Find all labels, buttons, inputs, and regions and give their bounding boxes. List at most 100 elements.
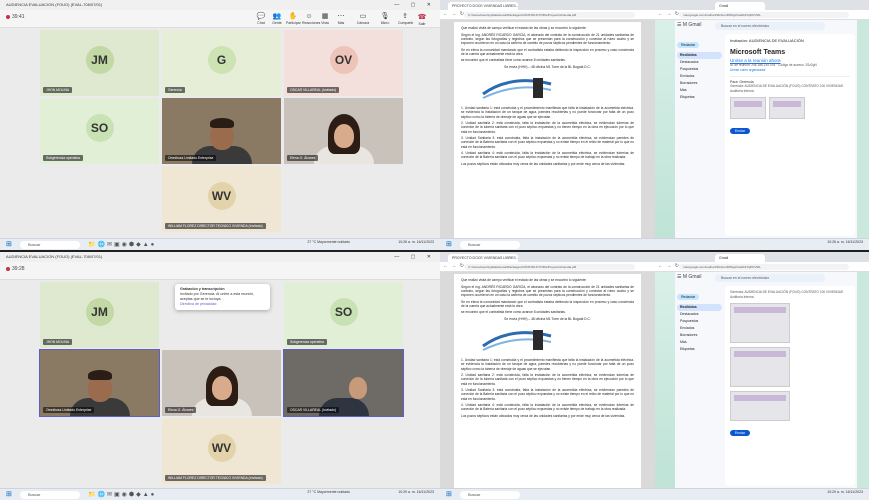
nav-drafts[interactable]: Borradores (677, 80, 722, 87)
leave-button[interactable]: ☎ Salir (414, 13, 430, 26)
nav-arrows-icon[interactable]: ← → ↻ (443, 263, 465, 269)
attachment-thumbnail[interactable] (730, 347, 790, 387)
nav-snoozed[interactable]: Pospuestos (677, 66, 722, 73)
system-clock[interactable]: 10:26 a. m. 16/11/2023 (827, 240, 863, 245)
attachment-thumbnail[interactable] (730, 391, 790, 421)
taskbar-apps[interactable]: 📁🌐✉▣◉⬢◆▲● (88, 491, 156, 499)
send-button[interactable]: Enviar (730, 430, 750, 436)
participant-video-tile[interactable]: Omnibuss Limitado Enterprise (39, 349, 160, 417)
attachment-thumbnail[interactable] (730, 303, 790, 343)
gmail-logo[interactable]: ☰ M Gmail (677, 274, 701, 280)
gmail-logo[interactable]: ☰ M Gmail (677, 22, 701, 28)
window-controls[interactable]: — ▢ ✕ (394, 0, 436, 10)
participant-tile[interactable]: JM JHON MOLINA (40, 282, 159, 348)
system-clock[interactable]: 10:26 a. m. 16/11/2023 (398, 240, 434, 245)
nav-arrows-icon[interactable]: ← → ↻ (658, 11, 680, 17)
avatar: G (207, 45, 236, 74)
chat-button[interactable]: 💬 Chat (254, 12, 268, 25)
view-button[interactable]: ▦ Vista (318, 12, 332, 25)
raise-hand-button[interactable]: ✋ Participar (286, 12, 301, 25)
participant-video-tile[interactable]: OSCAR VILLAREAL (Invitado) (283, 349, 404, 417)
participant-video-tile[interactable]: Elena O. Álvarez (284, 98, 403, 164)
window-controls[interactable]: — ▢ ✕ (394, 252, 436, 262)
url-field[interactable]: mail.google.com/mail/u/1/#inbox/FMfcgzGw… (679, 264, 849, 270)
url-field[interactable]: C:/Users/user/AppData/Local/Packages/CON… (464, 264, 635, 270)
organizer-link[interactable]: Unirse como organizador (730, 68, 850, 73)
mic-button[interactable]: 🎙 Micro (378, 12, 392, 25)
hand-icon: ✋ (288, 13, 298, 20)
participant-name: Omnibuss Limitado Enterprise (165, 155, 217, 161)
browser-tab[interactable]: Gmail (715, 2, 765, 10)
nav-inbox[interactable]: Recibidos (677, 52, 722, 59)
browser-tab[interactable]: PROYECTO DOCE VIVIENDAS LIBRES... (448, 254, 518, 262)
taskbar-search[interactable]: Buscar (460, 241, 520, 249)
windows-start-icon[interactable]: ⊞ (446, 241, 452, 249)
participant-name: Elena O. Álvarez (165, 407, 197, 413)
nav-sent[interactable]: Enviados (677, 73, 722, 80)
compose-button[interactable]: Redactar (677, 42, 700, 48)
attachment-thumbnail[interactable] (730, 97, 766, 119)
browser-tab[interactable]: PROYECTO DOCE VIVIENDAS LIBRES... (448, 2, 518, 10)
participant-tile[interactable]: JM JHON MOLINA (40, 30, 159, 96)
reply-header: Para: Gerencia (730, 76, 850, 84)
privacy-link[interactable]: Directiva de privacidad (180, 302, 265, 307)
teams-title-bar: AUDIENCIA EVALUACION (FOUO) (EVAL-708/07… (0, 252, 440, 262)
nav-labels[interactable]: Etiquetas (677, 94, 722, 101)
reactions-button[interactable]: ☺ Reacciones (302, 12, 320, 25)
doc-paragraph: 1. Unidad sanitaria 1: está construida y… (461, 106, 634, 119)
recording-timer: 39:28 (6, 266, 25, 272)
system-clock[interactable]: 10:29 a. m. 16/11/2023 (398, 490, 434, 495)
windows-start-icon[interactable]: ⊞ (446, 491, 452, 499)
taskbar-apps[interactable]: 📁🌐✉▣◉⬢◆▲● (88, 241, 156, 249)
windows-start-icon[interactable]: ⊞ (6, 491, 12, 499)
mail-search-input[interactable]: Buscar en el correo electrónico (715, 274, 825, 282)
attachment-thumbnail[interactable] (769, 97, 805, 119)
mail-search-input[interactable]: Buscar en el correo electrónico (715, 22, 825, 30)
attachment-text: Gerencia: AUDIENCIA DE EVALUACIÓN (FOUO)… (730, 84, 844, 93)
nav-more[interactable]: Más (677, 339, 722, 346)
doc-paragraph: 2. Unidad sanitaria 2: está construida, … (461, 373, 634, 386)
participant-tile[interactable]: WV WILLIAM FLOREZ DIRECTOR TECNICO VIVIEN… (162, 418, 281, 484)
participant-tile[interactable]: WV WILLIAM FLOREZ DIRECTOR TECNICO VIVIEN… (162, 166, 281, 232)
participant-tile[interactable]: SO Subgerencia operativa (284, 282, 403, 348)
people-button[interactable]: 👥 Gente (270, 12, 284, 25)
nav-snoozed[interactable]: Pospuestos (677, 318, 722, 325)
nav-starred[interactable]: Destacados (677, 59, 722, 66)
nav-more[interactable]: Más (677, 87, 722, 94)
more-icon: ⋯ (337, 13, 345, 20)
taskbar-search[interactable]: Buscar (460, 491, 520, 499)
weather-widget[interactable]: 27 °C Mayormente nublado (307, 490, 350, 495)
browser-tabs: PROYECTO DOCE VIVIENDAS LIBRES... (440, 252, 655, 262)
decorative-theme-right (857, 272, 869, 488)
url-field[interactable]: C:/Users/user/AppData/Local/Packages/CON… (464, 12, 635, 18)
send-button[interactable]: Enviar (730, 128, 750, 134)
compose-button[interactable]: Redactar (677, 294, 700, 300)
participant-video-tile[interactable]: Omnibuss Limitado Enterprise (162, 98, 281, 164)
teams-invite-title: Microsoft Teams (730, 49, 786, 56)
taskbar-search[interactable]: Buscar (20, 241, 80, 249)
url-field[interactable]: mail.google.com/mail/u/1/#inbox/FMfcgzGw… (679, 12, 849, 18)
person-face (348, 377, 367, 400)
nav-drafts[interactable]: Borradores (677, 332, 722, 339)
nav-sent[interactable]: Enviados (677, 325, 722, 332)
participant-name: Omnibuss Limitado Enterprise (43, 407, 95, 413)
participant-tile[interactable]: OV OSCAR VILLAREAL (Invitado) (284, 30, 403, 96)
weather-widget[interactable]: 27 °C Mayormente nublado (307, 240, 350, 245)
nav-inbox[interactable]: Recibidos (677, 304, 722, 311)
doc-paragraph: Los pozos sépticos están ubicados muy ce… (461, 161, 626, 166)
nav-arrows-icon[interactable]: ← → ↻ (658, 263, 680, 269)
more-button[interactable]: ⋯ Más (334, 12, 348, 25)
nav-labels[interactable]: Etiquetas (677, 346, 722, 353)
participant-tile[interactable]: SO Subgerencia operativa (40, 98, 159, 164)
nav-arrows-icon[interactable]: ← → ↻ (443, 11, 465, 17)
camera-button[interactable]: ▭ Cámara (356, 12, 370, 25)
nav-starred[interactable]: Destacados (677, 311, 722, 318)
system-clock[interactable]: 10:29 a. m. 16/11/2023 (827, 490, 863, 495)
browser-tab[interactable]: Gmail (715, 254, 765, 262)
windows-start-icon[interactable]: ⊞ (6, 241, 12, 249)
participant-video-tile[interactable]: Elena O. Álvarez (162, 350, 281, 416)
participant-tile[interactable]: G Gerencia (162, 30, 281, 96)
teams-window-bottom: AUDIENCIA EVALUACION (FOUO) (EVAL-708/07… (0, 252, 440, 500)
taskbar-search[interactable]: Buscar (20, 491, 80, 499)
share-button[interactable]: ⇪ Compartir (398, 12, 413, 25)
